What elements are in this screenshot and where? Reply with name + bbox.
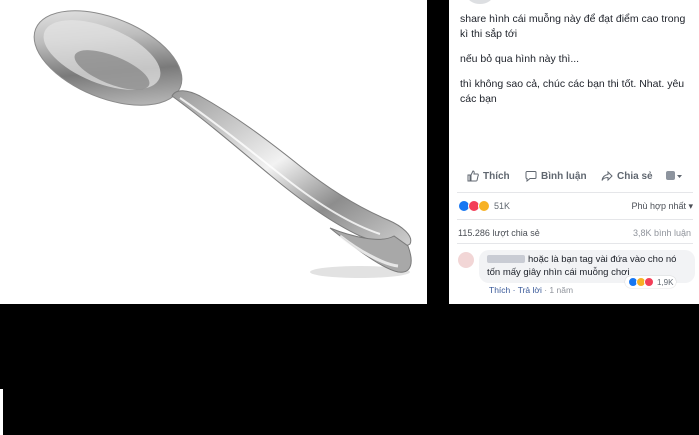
white-notch bbox=[0, 389, 3, 435]
divider bbox=[457, 243, 693, 244]
comment-time[interactable]: 1 năm bbox=[549, 285, 573, 295]
spoon-image bbox=[33, 10, 412, 278]
comment-count[interactable]: 3,8K bình luận bbox=[633, 228, 691, 238]
post-line: thì không sao cả, chúc các bạn thi tốt. … bbox=[460, 78, 685, 105]
reaction-summary[interactable]: 51K bbox=[458, 200, 510, 212]
audience-selector[interactable] bbox=[665, 170, 683, 182]
thumbs-up-icon bbox=[467, 170, 479, 182]
commenter-avatar[interactable] bbox=[458, 252, 474, 268]
spoon-photo[interactable] bbox=[0, 0, 427, 304]
post-line: nếu bỏ qua hình này thì... bbox=[460, 53, 580, 65]
blurred-commenter-name[interactable] bbox=[487, 255, 525, 264]
comment-reaction-count: 1,9K bbox=[657, 277, 674, 287]
love-reaction-icon bbox=[644, 277, 654, 287]
comment-button[interactable]: Bình luận bbox=[525, 170, 587, 182]
comment-icon bbox=[525, 171, 537, 182]
like-button[interactable]: Thích bbox=[467, 170, 510, 182]
divider bbox=[457, 192, 693, 193]
post-actions: Thích Bình luận Chia sẻ bbox=[449, 166, 699, 188]
share-arrow-icon bbox=[601, 170, 613, 182]
page-chevron-icon bbox=[666, 171, 682, 180]
haha-reaction-icon bbox=[478, 200, 490, 212]
comment-reactions[interactable]: 1,9K bbox=[625, 276, 677, 288]
post-body: share hình cái muỗng này để đạt điểm cao… bbox=[460, 12, 692, 117]
black-divider bbox=[427, 0, 449, 304]
comment-like-link[interactable]: Thích bbox=[489, 285, 510, 295]
like-label: Thích bbox=[483, 170, 510, 182]
facebook-post-panel: share hình cái muỗng này để đạt điểm cao… bbox=[449, 0, 699, 304]
divider bbox=[457, 219, 693, 220]
share-count[interactable]: 115.286 lượt chia sẻ bbox=[458, 228, 540, 238]
post-line: share hình cái muỗng này để đạt điểm cao… bbox=[460, 13, 686, 40]
share-label: Chia sẻ bbox=[617, 170, 653, 182]
reaction-count: 51K bbox=[494, 201, 511, 211]
avatar[interactable] bbox=[467, 0, 493, 4]
comment-sort-dropdown[interactable]: Phù hợp nhất ▾ bbox=[632, 201, 693, 212]
black-bar bbox=[0, 304, 699, 435]
comment-label: Bình luận bbox=[541, 170, 587, 182]
comment-reply-link[interactable]: Trả lời bbox=[518, 285, 542, 295]
share-button[interactable]: Chia sẻ bbox=[601, 170, 653, 182]
comment-meta: Thích · Trả lời · 1 năm bbox=[489, 285, 573, 295]
